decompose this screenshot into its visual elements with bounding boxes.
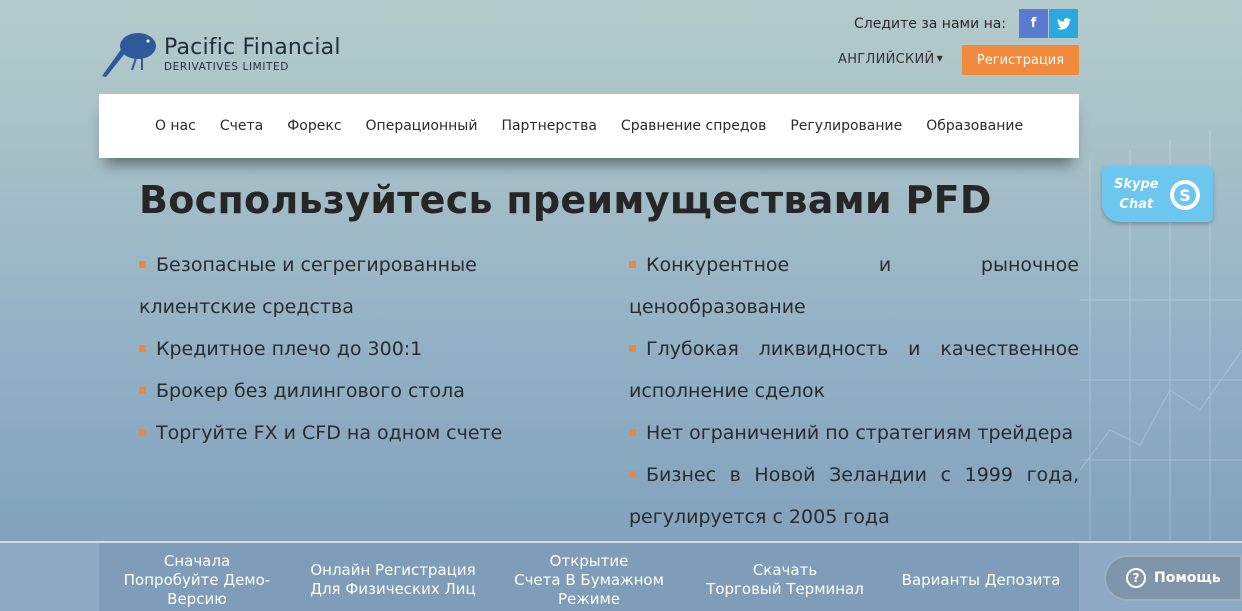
main-nav: О нас Счета Форекс Операционный Партнерс… xyxy=(99,94,1079,158)
logo[interactable]: Pacific Financial DERIVATIVES LIMITED xyxy=(98,28,341,80)
benefits-right-list: Конкурентное и рыночное ценообразование … xyxy=(629,244,1079,538)
page-heading: Воспользуйтесь преимуществами PFD xyxy=(139,178,992,222)
bullet-icon xyxy=(629,261,636,268)
download-terminal-link[interactable]: Скачать Торговый Терминал xyxy=(687,543,883,611)
language-label: АНГЛИЙСКИЙ xyxy=(838,52,935,67)
nav-item-accounts[interactable]: Счета xyxy=(208,118,275,134)
svg-text:S: S xyxy=(1179,186,1191,205)
bullet-icon xyxy=(629,429,636,436)
question-icon: ? xyxy=(1126,568,1146,588)
demo-account-link[interactable]: Сначала Попробуйте Демо- Версию xyxy=(99,543,295,611)
bullet-icon xyxy=(139,261,146,268)
skype-icon: S xyxy=(1170,180,1200,210)
bullet-icon xyxy=(139,345,146,352)
chat-label: Chat xyxy=(1119,197,1154,212)
register-button[interactable]: Регистрация xyxy=(962,45,1079,75)
logo-subtitle: DERIVATIVES LIMITED xyxy=(164,61,289,73)
paper-account-link[interactable]: Открытие Счета В Бумажном Режиме xyxy=(491,543,687,611)
list-item: Безопасные и сегрегированные клиентские … xyxy=(139,254,477,318)
online-registration-link[interactable]: Онлайн Регистрация Для Физических Лиц xyxy=(295,543,491,611)
follow-us-label: Следите за нами на: xyxy=(854,16,1007,32)
nav-item-spread-comparison[interactable]: Сравнение спредов xyxy=(609,118,778,134)
logo-title: Pacific Financial xyxy=(164,35,341,60)
skype-chat-button[interactable]: Skype Chat S xyxy=(1102,166,1213,222)
list-item: Нет ограничений по стратегиям трейдера xyxy=(629,412,1079,454)
language-selector[interactable]: АНГЛИЙСКИЙ ▼ xyxy=(838,52,943,67)
help-label: Помощь xyxy=(1154,570,1221,586)
chevron-down-icon: ▼ xyxy=(936,54,944,63)
list-item: Бизнес в Новой Зеландии с 1999 года, рег… xyxy=(629,464,1079,528)
nav-item-operational[interactable]: Операционный xyxy=(354,118,490,134)
bottom-actions: Сначала Попробуйте Демо- Версию Онлайн Рег… xyxy=(99,543,1079,611)
deposit-options-link[interactable]: Варианты Депозита xyxy=(883,543,1079,611)
nav-item-forex[interactable]: Форекс xyxy=(275,118,353,134)
benefits-left-list: Безопасные и сегрегированные клиентские … xyxy=(139,244,589,454)
bullet-icon xyxy=(139,387,146,394)
list-item: Кредитное плечо до 300:1 xyxy=(139,328,589,370)
bullet-icon xyxy=(629,345,636,352)
help-button[interactable]: ? Помощь xyxy=(1104,555,1242,601)
nav-item-education[interactable]: Образование xyxy=(914,118,1035,134)
list-item: Торгуйте FX и CFD на одном счете xyxy=(139,412,589,454)
facebook-icon[interactable]: f xyxy=(1019,9,1048,38)
nav-item-about[interactable]: О нас xyxy=(143,118,208,134)
skype-label: Skype xyxy=(1114,177,1159,192)
bullet-icon xyxy=(629,471,636,478)
list-item: Глубокая ликвидность и качественное испо… xyxy=(629,338,1079,402)
nav-item-partnerships[interactable]: Партнерства xyxy=(489,118,608,134)
twitter-icon[interactable] xyxy=(1049,9,1078,38)
nav-item-regulation[interactable]: Регулирование xyxy=(778,118,914,134)
list-item: Конкурентное и рыночное ценообразование xyxy=(629,254,1079,318)
bullet-icon xyxy=(139,429,146,436)
list-item: Брокер без дилингового стола xyxy=(139,370,589,412)
kiwi-bird-icon xyxy=(102,33,156,77)
